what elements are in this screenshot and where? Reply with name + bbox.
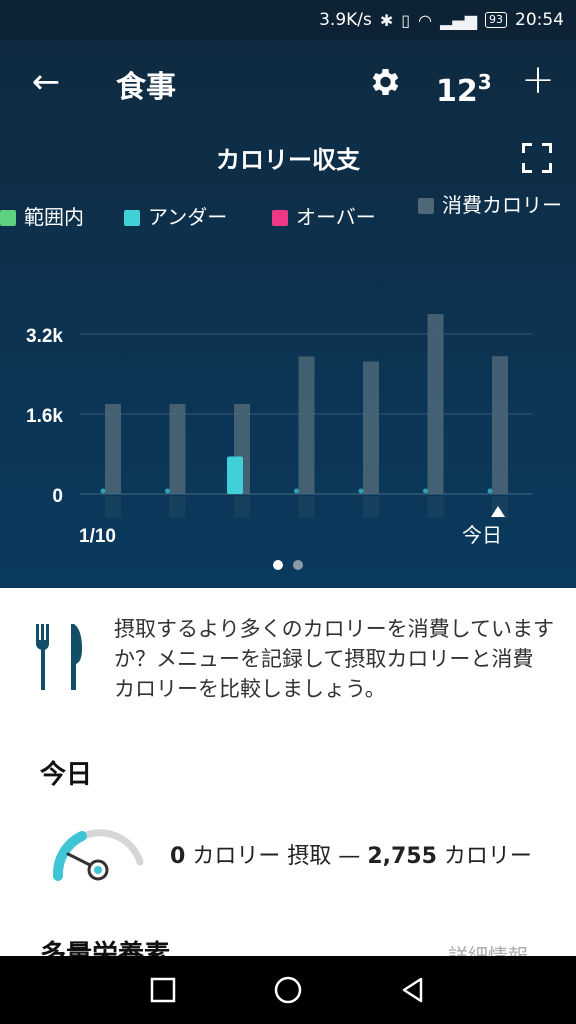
content-area: 摂取するより多くのカロリーを消費していますか？メニューを記録して摂取カロリーと消…	[0, 588, 576, 970]
wifi-icon: ◠	[418, 10, 433, 30]
fullscreen-button[interactable]	[522, 143, 552, 173]
back-nav-button[interactable]	[389, 966, 437, 1014]
x-tick-label-today: 今日	[462, 524, 502, 547]
back-arrow-icon: ←	[31, 62, 61, 102]
bar-reflection	[427, 496, 444, 518]
legend-swatch	[0, 210, 16, 226]
page-dot-active[interactable]	[273, 560, 283, 570]
x-tick-label: 1/10	[79, 526, 116, 547]
bluetooth-icon: ✱	[379, 10, 394, 30]
number-input-button[interactable]: 123	[436, 58, 492, 109]
intake-unit: カロリー 摂取 —	[192, 844, 361, 869]
legend-label: 範囲内	[24, 205, 84, 229]
burned-calories-bar	[492, 356, 508, 494]
bar-reflection	[298, 496, 315, 518]
zero-intake-dot	[423, 488, 428, 494]
zero-intake-dot	[294, 488, 299, 494]
legend-item-under: アンダー	[124, 204, 227, 230]
legend-label: 消費カロリー	[442, 193, 562, 217]
y-tick-label: 0	[52, 486, 63, 507]
burned-calories-bar	[298, 356, 315, 494]
zero-intake-dot	[358, 488, 364, 494]
square-icon	[150, 977, 175, 1003]
burn-unit: カロリー	[443, 844, 532, 869]
zero-intake-dot	[165, 488, 170, 494]
status-bar: 3.9K/s ✱ ▯ ◠ ▂▄▆ 93 20:54	[0, 0, 576, 40]
signal-icon: ▂▄▆	[440, 10, 477, 30]
page-indicator	[0, 560, 576, 570]
today-heading: 今日	[40, 760, 93, 790]
toolbar: ← 食事 123 +	[0, 40, 576, 124]
legend-item-in-range: 範囲内	[0, 204, 84, 230]
page-title: 食事	[116, 70, 176, 105]
bar-reflection	[363, 496, 379, 518]
chart-legend: 範囲内 アンダー オーバー 消費カロリー	[0, 192, 576, 252]
calorie-balance-chart[interactable]: 0 1.6k 3.2k 1/10 今日	[0, 280, 576, 560]
calorie-summary: 0 カロリー 摂取 — 2,755 カロリー	[170, 838, 532, 870]
legend-swatch	[272, 210, 288, 226]
burn-value: 2,755	[367, 844, 437, 869]
gear-icon	[372, 68, 399, 96]
home-button[interactable]	[264, 966, 312, 1014]
triangle-back-icon	[403, 977, 423, 1003]
page-dot[interactable]	[293, 560, 303, 570]
back-button[interactable]: ←	[26, 60, 66, 104]
system-nav-bar	[0, 956, 576, 1024]
legend-item-over: オーバー	[272, 204, 376, 230]
zero-intake-dot	[487, 488, 493, 494]
clock: 20:54	[515, 10, 564, 30]
y-tick-label: 1.6k	[26, 406, 63, 427]
plus-icon: +	[521, 57, 555, 103]
calorie-gauge-icon	[52, 829, 144, 881]
bar-reflection	[105, 496, 121, 518]
burned-calories-bar	[169, 404, 186, 494]
burned-calories-bar	[363, 361, 379, 494]
intake-value: 0	[170, 844, 186, 869]
zero-intake-dot	[100, 488, 106, 494]
under-calories-bar	[227, 456, 243, 494]
burned-calories-bar	[105, 404, 121, 494]
promo-card: 摂取するより多くのカロリーを消費していますか？メニューを記録して摂取カロリーと消…	[0, 610, 576, 701]
settings-button[interactable]	[362, 60, 406, 104]
fork-knife-icon	[36, 624, 82, 690]
battery-icon: 93	[485, 12, 507, 28]
network-speed: 3.9K/s	[319, 10, 372, 30]
chart-title: カロリー収支	[216, 146, 360, 174]
legend-label: オーバー	[296, 205, 376, 229]
bar-reflection	[234, 496, 250, 518]
y-tick-label: 3.2k	[26, 326, 63, 347]
legend-swatch	[418, 198, 434, 214]
vibrate-icon: ▯	[401, 10, 411, 30]
number-input-icon: 123	[436, 70, 492, 109]
bar-reflection	[169, 496, 186, 518]
legend-item-burned: 消費カロリー	[418, 192, 570, 218]
burned-calories-bar	[427, 314, 444, 494]
circle-icon	[274, 976, 302, 1004]
calorie-balance-panel: ← 食事 123 + カロリー収支 範囲内 アンダー オーバー 消費カロリー 0…	[0, 40, 576, 588]
promo-text: 摂取するより多くのカロリーを消費していますか？メニューを記録して摂取カロリーと消…	[114, 617, 554, 701]
recents-button[interactable]	[139, 966, 187, 1014]
add-button[interactable]: +	[516, 58, 560, 102]
legend-swatch	[124, 210, 140, 226]
legend-label: アンダー	[148, 205, 228, 229]
